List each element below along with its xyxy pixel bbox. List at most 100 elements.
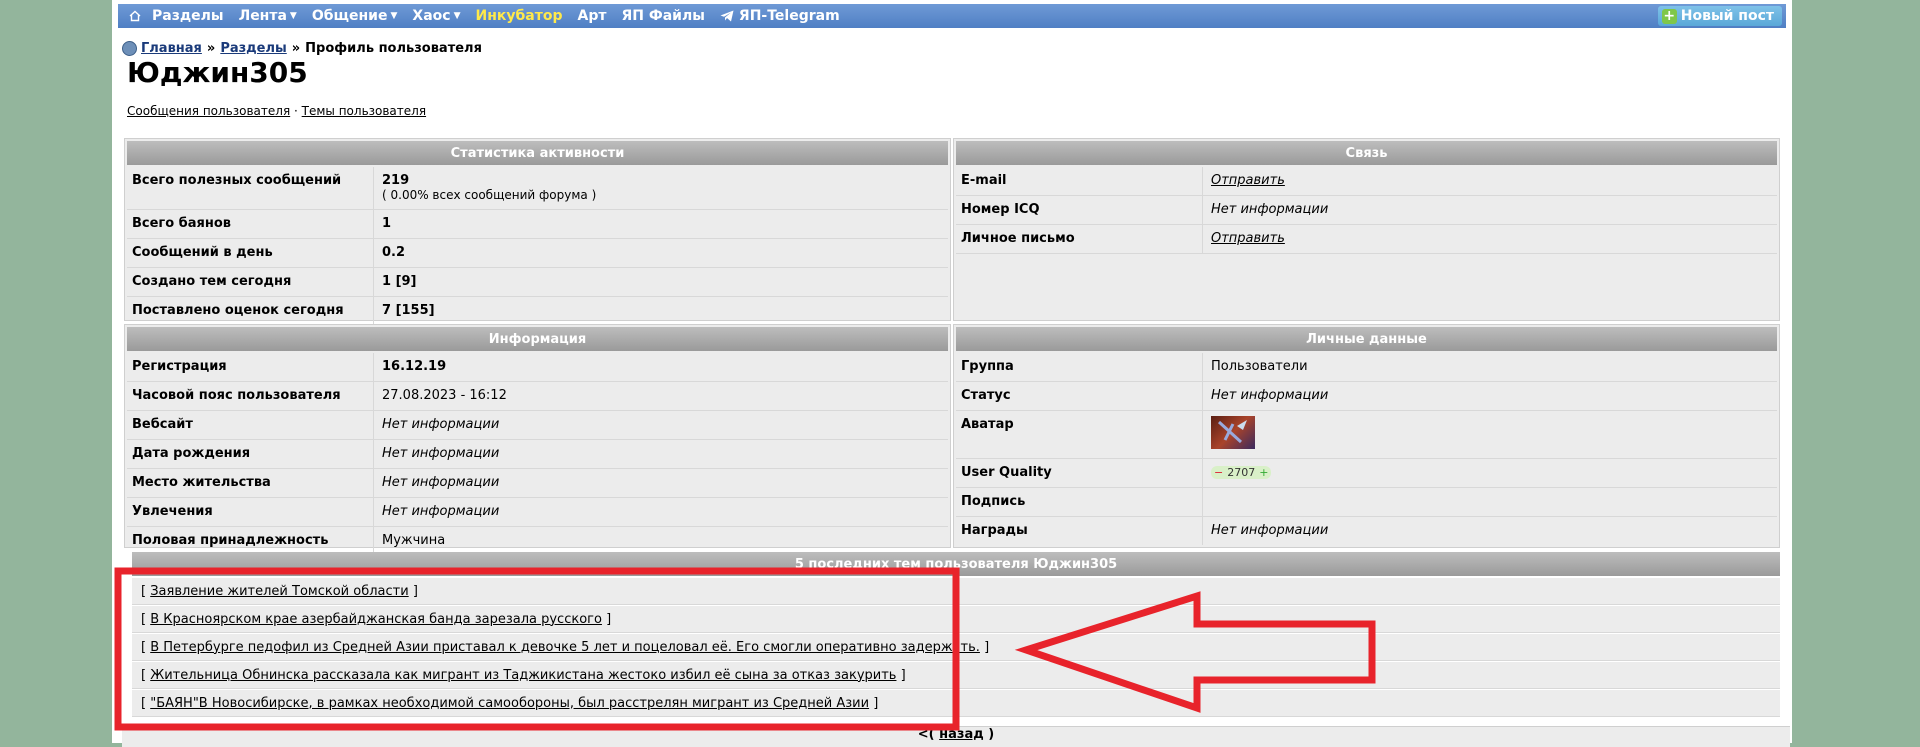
stats-row: Сообщений в день 0.2 — [127, 239, 948, 268]
contact-row: Номер ICQ Нет информации — [956, 196, 1777, 225]
breadcrumb-sections-link[interactable]: Разделы — [220, 41, 286, 56]
info-value: 16.12.19 — [373, 353, 948, 381]
user-messages-link[interactable]: Сообщения пользователя — [127, 104, 290, 118]
contact-panel-title: Связь — [956, 141, 1777, 165]
stats-label: Поставлено оценок сегодня — [132, 303, 344, 318]
home-icon[interactable] — [128, 9, 142, 23]
info-value: Нет информации — [373, 469, 948, 497]
stats-value: 0.2 — [373, 239, 948, 267]
nav-incubator-label: Инкубатор — [475, 8, 563, 24]
info-label: Место жительства — [132, 475, 271, 490]
bracket-open: [ — [141, 667, 147, 683]
bracket-close: ] — [412, 583, 418, 599]
contact-value: Отправить — [1202, 225, 1777, 253]
nav-sections[interactable]: Разделы — [152, 8, 224, 24]
nav-files[interactable]: ЯП Файлы — [621, 8, 704, 24]
post-link[interactable]: В Красноярском крае азербайджанская банд… — [150, 612, 602, 627]
contact-value: Нет информации — [1202, 196, 1777, 224]
stats-value: 219 ( 0.00% всех сообщений форума ) — [373, 167, 948, 209]
breadcrumb-separator: » — [206, 41, 216, 56]
stats-value: 1 — [373, 210, 948, 238]
minus-button[interactable]: − — [1214, 466, 1223, 479]
list-item: [ В Красноярском крае азербайджанская ба… — [132, 606, 1780, 633]
bracket-close: ] — [873, 695, 879, 711]
caret-down-icon: ▼ — [390, 11, 398, 21]
bracket-open: [ — [141, 611, 147, 627]
contact-row: Личное письмо Отправить — [956, 225, 1777, 254]
list-item: [ Заявление жителей Томской области ] — [132, 578, 1780, 605]
personal-panel-title: Личные данные — [956, 327, 1777, 351]
nav-incubator[interactable]: Инкубатор — [476, 8, 563, 24]
back-suffix: ) — [988, 727, 995, 742]
personal-row: Аватар — [956, 411, 1777, 459]
info-row: Регистрация 16.12.19 — [127, 353, 948, 382]
user-quality-value: 2707 — [1227, 466, 1256, 479]
post-link[interactable]: В Петербурге педофил из Средней Азии при… — [150, 640, 980, 655]
contact-value: Отправить — [1202, 167, 1777, 195]
back-link[interactable]: назад — [939, 727, 984, 742]
info-label: Регистрация — [132, 359, 227, 374]
back-bar: <( назад ) — [122, 726, 1790, 747]
nav-art-label: Арт — [577, 8, 607, 24]
breadcrumb-current: Профиль пользователя — [305, 41, 482, 56]
nav-chat[interactable]: Общение ▼ — [312, 8, 398, 24]
info-label: Часовой пояс пользователя — [132, 388, 341, 403]
stats-label: Всего полезных сообщений — [132, 173, 342, 188]
nav-telegram[interactable]: ЯП-Telegram — [720, 8, 840, 24]
list-item: [ "БАЯН"В Новосибирске, в рамках необход… — [132, 690, 1780, 717]
info-row: Вебсайт Нет информации — [127, 411, 948, 440]
stats-panel: Статистика активности Всего полезных соо… — [124, 138, 951, 326]
nav-chaos[interactable]: Хаос ▼ — [412, 8, 460, 24]
user-quality-badge: − 2707 + — [1211, 466, 1272, 479]
info-value: Мужчина — [373, 527, 948, 555]
info-row: Часовой пояс пользователя 27.08.2023 - 16… — [127, 382, 948, 411]
nav-chat-label: Общение — [311, 8, 388, 24]
breadcrumb-separator: » — [291, 41, 301, 56]
stats-row: Всего баянов 1 — [127, 210, 948, 239]
posts-header: 5 последних тем пользователя Юджин305 — [132, 552, 1780, 576]
personal-label: Статус — [961, 388, 1011, 403]
nav-telegram-label: ЯП-Telegram — [738, 8, 840, 24]
nav-bar: Разделы Лента ▼ Общение ▼ Хаос ▼ Инкубатор … — [118, 4, 1786, 28]
info-row: Увлечения Нет информации — [127, 498, 948, 527]
stats-value-note: ( 0.00% всех сообщений форума ) — [382, 188, 597, 202]
personal-label: Награды — [961, 523, 1028, 538]
personal-row: Группа Пользователи — [956, 353, 1777, 382]
breadcrumb-icon — [122, 41, 137, 56]
user-topics-link[interactable]: Темы пользователя — [302, 104, 426, 118]
personal-value — [1202, 411, 1777, 458]
user-links: Сообщения пользователя · Темы пользовате… — [127, 104, 426, 118]
personal-value: Пользователи — [1202, 353, 1777, 381]
post-link[interactable]: Заявление жителей Томской области — [150, 584, 408, 599]
info-panel-title: Информация — [127, 327, 948, 351]
info-label: Увлечения — [132, 504, 213, 519]
scrollbar[interactable] — [1900, 0, 1920, 743]
nav-feed-label: Лента — [238, 8, 287, 24]
info-value: Нет информации — [373, 440, 948, 468]
nav-feed[interactable]: Лента ▼ — [239, 8, 297, 24]
stats-panel-title: Статистика активности — [127, 141, 948, 165]
breadcrumb-home-link[interactable]: Главная — [141, 41, 202, 56]
stats-label: Всего баянов — [132, 216, 232, 231]
nav-art[interactable]: Арт — [578, 8, 607, 24]
avatar — [1211, 416, 1255, 449]
info-label: Половая принадлежность — [132, 533, 329, 548]
bracket-close: ] — [900, 667, 906, 683]
send-email-link[interactable]: Отправить — [1211, 173, 1285, 188]
contact-label: Номер ICQ — [961, 202, 1040, 217]
personal-row: Статус Нет информации — [956, 382, 1777, 411]
info-value: Нет информации — [373, 411, 948, 439]
post-link[interactable]: "БАЯН"В Новосибирске, в рамках необходим… — [150, 696, 869, 711]
caret-down-icon: ▼ — [289, 11, 297, 21]
stats-value: 7 [155] — [373, 297, 948, 325]
bracket-close: ] — [984, 639, 990, 655]
new-post-button[interactable]: + Новый пост — [1657, 6, 1782, 26]
bracket-close: ] — [606, 611, 612, 627]
bracket-open: [ — [141, 695, 147, 711]
personal-row: User Quality − 2707 + — [956, 459, 1777, 488]
contact-label: E-mail — [961, 173, 1007, 188]
post-link[interactable]: Жительница Обнинска рассказала как мигра… — [150, 668, 896, 683]
breadcrumb: Главная » Разделы » Профиль пользователя — [122, 41, 482, 56]
send-pm-link[interactable]: Отправить — [1211, 231, 1285, 246]
plus-button[interactable]: + — [1259, 466, 1268, 479]
